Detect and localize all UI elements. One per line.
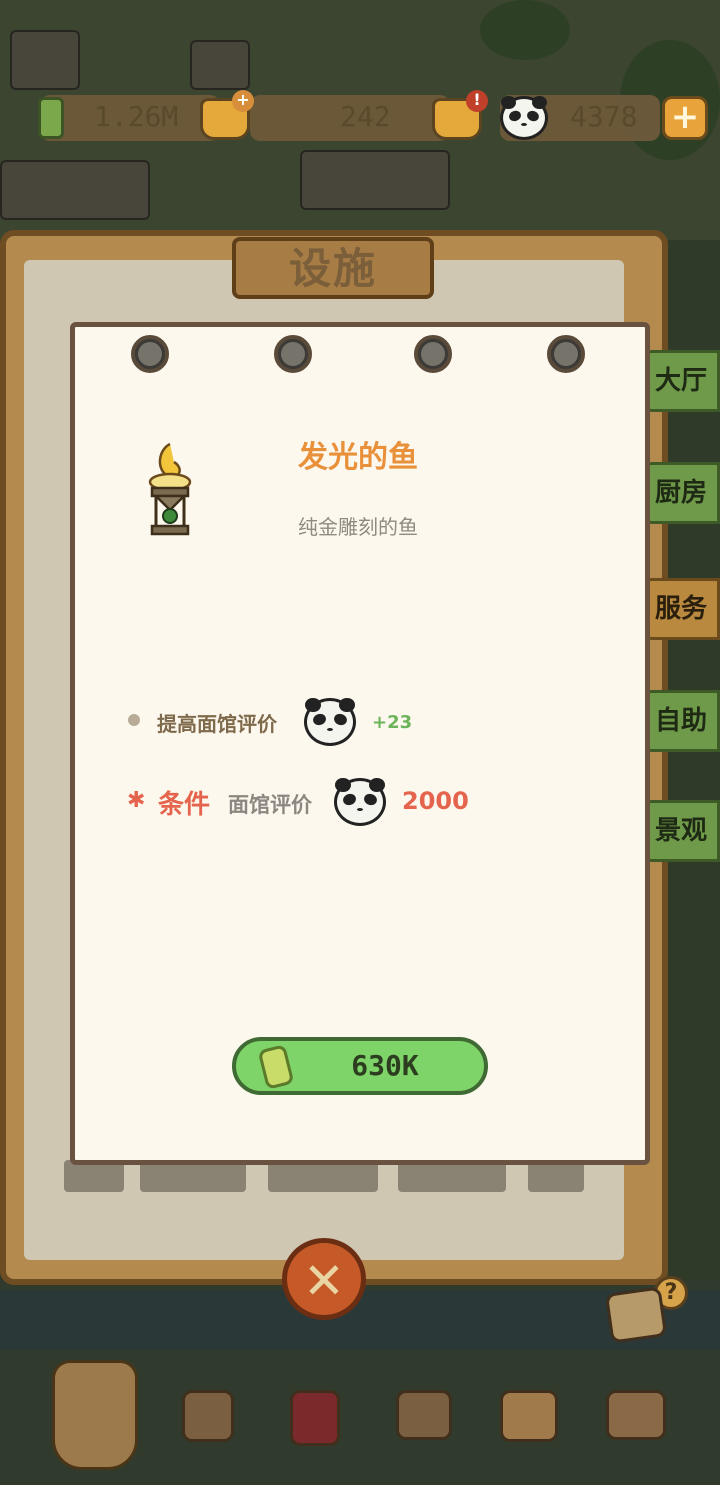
add-resource-button[interactable]: + xyxy=(662,96,708,140)
tab-hall[interactable]: 大厅 xyxy=(640,350,720,412)
buy-button[interactable]: 630K xyxy=(232,1037,488,1095)
menu-book-icon[interactable] xyxy=(290,1390,340,1446)
jar-amount: 242 xyxy=(340,100,391,133)
bamboo-icon xyxy=(38,97,64,139)
golden-fish-statue-image xyxy=(148,442,192,536)
price-label: 630K xyxy=(351,1049,419,1082)
panda-amount: 4378 xyxy=(570,100,638,133)
facility-title: 设施 xyxy=(288,244,377,293)
panda-bag-icon[interactable] xyxy=(500,1390,558,1442)
tab-service[interactable]: 服务 xyxy=(640,578,720,640)
panda-rating-icon xyxy=(334,777,386,826)
panda-icon xyxy=(500,95,548,140)
paper-hole xyxy=(414,335,452,373)
close-icon: ✕ xyxy=(303,1252,345,1310)
condition-requirement-label: 面馆评价 xyxy=(228,793,312,817)
bonus-label: 提高面馆评价 xyxy=(157,712,277,736)
panda-rating-icon xyxy=(304,697,356,746)
rake-icon[interactable] xyxy=(396,1390,452,1440)
bamboo-amount: 1.26M xyxy=(94,100,179,133)
bench-icon[interactable] xyxy=(182,1390,234,1442)
paper-hole xyxy=(131,335,169,373)
tab-self-service[interactable]: 自助 xyxy=(640,690,720,752)
alert-badge-icon: ! xyxy=(466,90,488,112)
plus-badge-icon: + xyxy=(232,90,254,112)
tab-kitchen[interactable]: 厨房 xyxy=(640,462,720,524)
map-sack-icon[interactable] xyxy=(52,1360,138,1470)
paper-hole xyxy=(274,335,312,373)
tab-scenery[interactable]: 景观 xyxy=(640,800,720,862)
condition-star-icon: ✱ xyxy=(127,788,146,813)
item-description: 纯金雕刻的鱼 xyxy=(298,515,418,539)
shop-box-icon[interactable] xyxy=(606,1390,666,1440)
notes-icon[interactable] xyxy=(604,1286,668,1344)
condition-label: 条件 xyxy=(158,790,211,820)
paper-hole xyxy=(547,335,585,373)
item-name: 发光的鱼 xyxy=(298,440,418,475)
close-button[interactable]: ✕ xyxy=(282,1238,366,1320)
condition-value: 2000 xyxy=(402,787,469,815)
bonus-value: +23 xyxy=(372,712,413,733)
bullet-dot-icon xyxy=(128,714,140,726)
